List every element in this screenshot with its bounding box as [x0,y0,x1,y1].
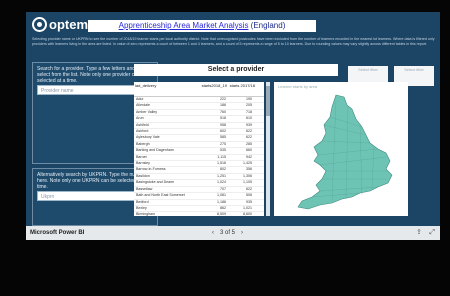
cell-starts-2017: 190 [246,97,252,101]
cell-starts-2017: 610 [246,116,252,121]
table-header: lad_delivery starts2018_19 starts 2017/1… [134,82,264,97]
powerbi-footer: Microsoft Power BI ‹ 3 of 5 › ⇪ ⤢ [26,226,440,240]
share-icon[interactable]: ⇪ [416,228,422,238]
cell-starts-2018: 862 [220,205,226,210]
cell-starts-2018: 958 [220,122,226,127]
cell-starts-2017: 8,600 [243,212,252,216]
cell-district: Barnet [136,154,147,159]
map-title: Learner starts by area [278,84,318,89]
logo-ring-icon [32,16,47,32]
cell-district: Basingstoke and Deane [136,180,175,185]
provider-dropdown-placeholder: Provider name [41,88,74,94]
column-header-starts-2017[interactable]: starts 2017/18 [228,82,256,96]
cell-district: Ashford [136,129,149,134]
table-scrollbar[interactable] [266,82,270,216]
filter-box-2-label: Select filter [404,67,424,72]
cell-district: Arun [136,116,144,121]
cell-starts-2018: 802 [220,167,226,172]
cell-starts-2018: 1,516 [217,161,226,166]
report-title-suffix: (England) [248,21,286,30]
cell-starts-2017: 1,425 [243,161,252,166]
report-title: Apprenticeship Area Market Analysis (Eng… [88,20,316,32]
cell-starts-2017: 285 [246,141,252,146]
cell-district: Adur [136,97,144,101]
column-header-starts-2018[interactable]: starts2018_19 [198,82,228,96]
starts-table: lad_delivery starts2018_19 starts 2017/1… [134,82,264,216]
cell-starts-2018: 707 [220,186,226,191]
cell-district: Birmingham [136,212,156,216]
powerbi-app-name: Microsoft Power BI [30,230,85,236]
cell-starts-2018: 186 [220,103,226,108]
table-body: Adur 222 190 Allerdale 186 205 Amber Valley 760… [134,97,264,216]
cell-district: Ashfield [136,122,149,127]
chevron-right-icon[interactable]: › [241,228,243,238]
cell-starts-2017: 205 [246,103,252,108]
cell-starts-2018: 585 [220,135,226,140]
cell-starts-2018: 535 [220,148,226,153]
cell-starts-2017: 622 [246,186,252,191]
select-provider-banner: Select a provider [134,64,338,76]
cell-district: Basildon [136,173,150,178]
cell-starts-2017: 622 [246,129,252,134]
cell-starts-2018: 222 [220,97,226,101]
screen-frame: optem. Apprenticeship Area Market Analys… [0,0,450,296]
page-indicator: 3 of 5 [220,230,236,236]
optem-logo: optem. [32,16,92,32]
cell-starts-2018: 1,081 [217,193,226,198]
column-header-lad[interactable]: lad_delivery [134,82,198,96]
cell-starts-2018: 760 [220,109,226,114]
cell-starts-2018: 518 [220,116,226,121]
cell-starts-2017: 506 [246,193,252,198]
cell-starts-2018: 275 [220,141,226,146]
cell-starts-2017: 1,105 [243,180,252,185]
fullscreen-icon[interactable]: ⤢ [429,228,435,238]
cell-starts-2017: 942 [246,154,252,159]
cell-district: Bath and North East Somerset [136,193,185,198]
cell-starts-2018: 602 [220,129,226,134]
england-region-shape[interactable] [297,94,393,210]
cell-district: Bedford [136,199,149,204]
cell-starts-2017: 660 [246,148,252,153]
filter-box-1-label: Select filter [358,67,378,72]
cell-district: Barrow-in-Furness [136,167,166,172]
cell-starts-2017: 1,021 [243,205,252,210]
cell-starts-2017: 935 [246,199,252,204]
cell-district: Bexley [136,205,147,210]
cell-starts-2018: 1,115 [217,154,226,159]
scrollbar-thumb[interactable] [266,86,270,116]
england-map[interactable] [274,91,408,215]
logo-text: optem. [49,16,92,32]
cell-starts-2017: 356 [246,167,252,172]
cell-district: Barking and Dagenham [136,148,174,153]
cell-district: Babergh [136,141,150,146]
cell-district: Amber Valley [136,109,158,114]
cell-starts-2018: 1,251 [217,173,226,178]
cell-district: Allerdale [136,103,150,108]
report-description: Selecting provider name or UKPRN to see … [32,37,435,46]
chevron-left-icon[interactable]: ‹ [212,228,214,238]
cell-district: Bassetlaw [136,186,153,191]
report-title-link[interactable]: Apprenticeship Area Market Analysis [119,21,249,30]
cell-starts-2017: 718 [246,109,252,114]
page-navigator: ‹ 3 of 5 › [212,228,243,238]
cell-starts-2018: 1,024 [217,180,226,185]
cell-district: Barnsley [136,161,150,166]
table-row[interactable]: Birmingham 8,509 8,600 [134,212,264,216]
cell-starts-2017: 1,306 [243,173,252,178]
england-map-panel: Learner starts by area [274,82,408,216]
cell-starts-2017: 939 [246,122,252,127]
ukprn-dropdown-placeholder: Ukprn [41,194,55,200]
cell-starts-2018: 1,186 [217,199,226,204]
cell-starts-2017: 622 [246,135,252,140]
cell-district: Aylesbury Vale [136,135,160,140]
cell-starts-2018: 8,509 [217,212,226,216]
